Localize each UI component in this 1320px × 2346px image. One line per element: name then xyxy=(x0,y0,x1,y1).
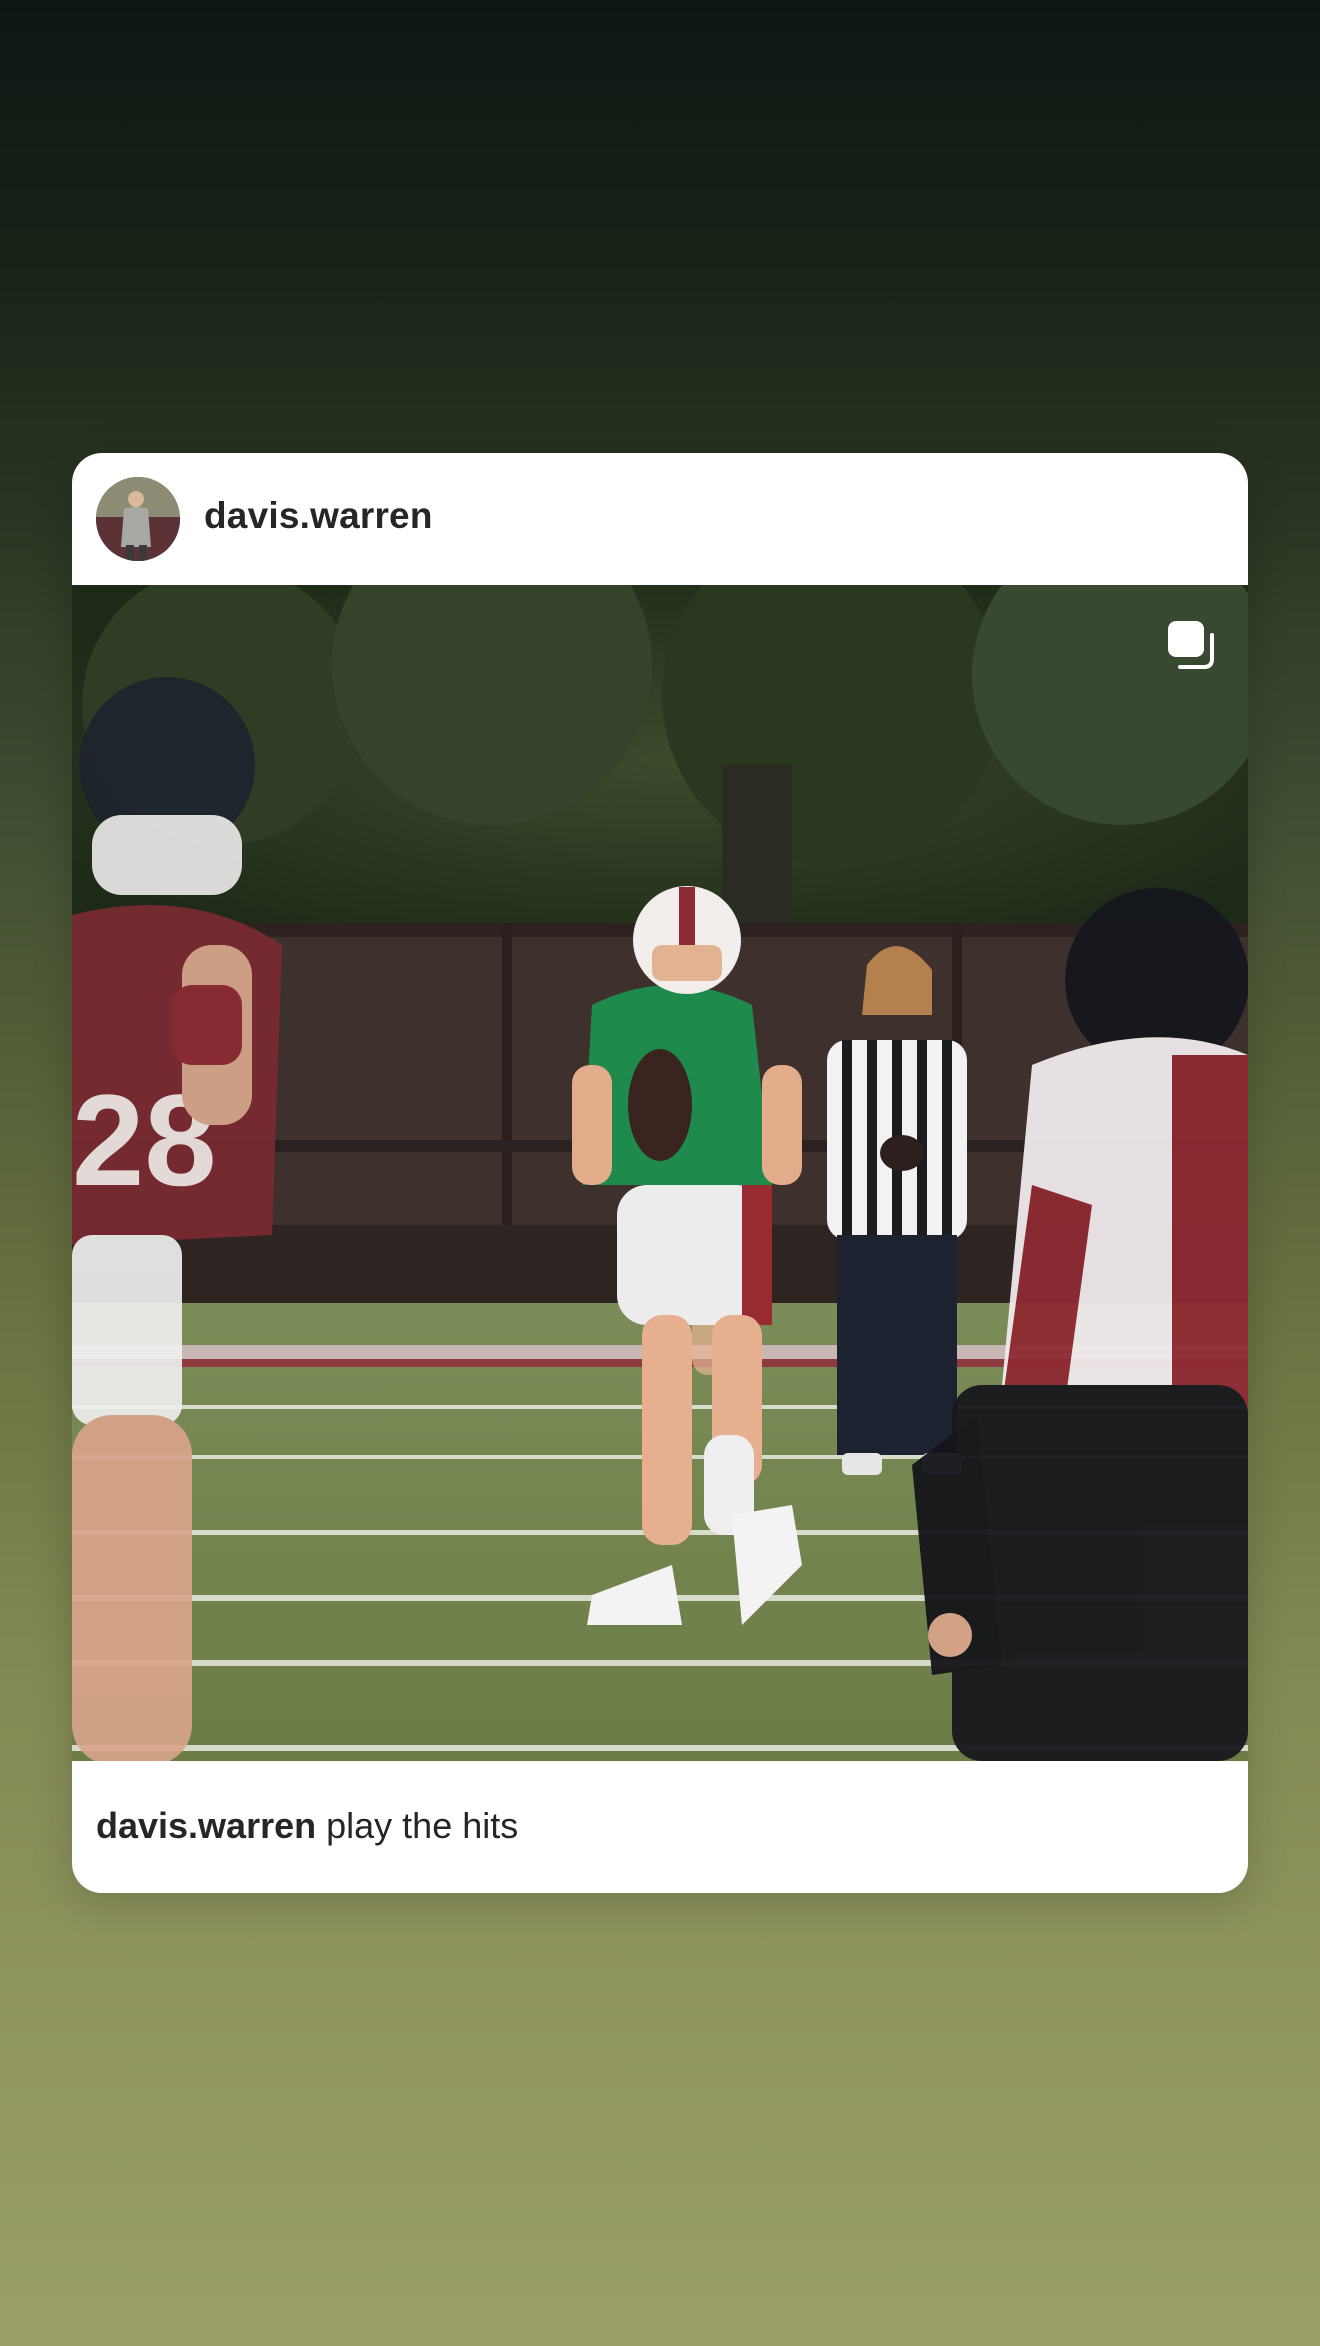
carousel-icon xyxy=(1166,619,1218,671)
post-photo[interactable]: 28 xyxy=(72,585,1248,1761)
caption-text: play the hits xyxy=(326,1805,519,1846)
story-post-card[interactable]: davis.warren 28 davis.warren play the hi… xyxy=(72,453,1248,1893)
post-caption: davis.warren play the hits xyxy=(96,1805,518,1847)
post-username[interactable]: davis.warren xyxy=(204,495,433,537)
profile-photo-icon xyxy=(96,477,180,561)
caption-username[interactable]: davis.warren xyxy=(96,1805,316,1846)
football-practice-photo: 28 xyxy=(72,585,1248,1761)
post-header: davis.warren xyxy=(72,453,1248,585)
avatar[interactable] xyxy=(96,477,180,561)
